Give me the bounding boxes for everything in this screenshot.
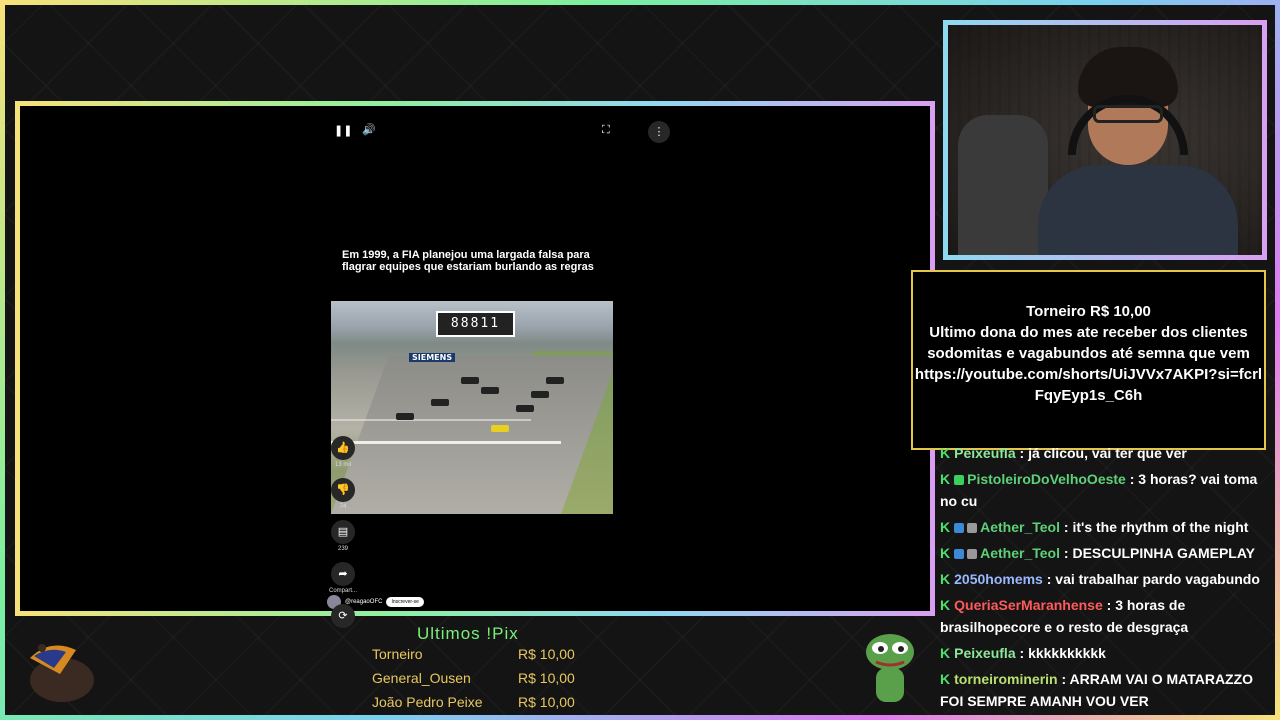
chat-separator: : — [1015, 445, 1029, 461]
like-button[interactable]: 👍 13 mil — [328, 436, 358, 468]
chat-text: DESCULPINHA GAMEPLAY — [1072, 545, 1255, 561]
volume-icon[interactable]: 🔊 — [362, 123, 376, 136]
grid-line — [331, 419, 531, 421]
chat-separator: : — [1060, 519, 1073, 535]
pix-value: R$ 10,00 — [518, 670, 575, 686]
chair — [958, 115, 1048, 255]
kick-badge-icon: K — [940, 571, 951, 587]
start-lights-board: 88811 — [436, 311, 515, 337]
chat-username[interactable]: Peixeufla — [954, 445, 1015, 461]
kick-badge-icon: K — [940, 597, 951, 613]
chat-message: K 2050homems : vai trabalhar pardo vagabu… — [940, 566, 1270, 592]
chat-text: kkkkkkkkkk — [1028, 645, 1106, 661]
streamer-body — [1038, 165, 1238, 255]
pix-name: General_Ousen — [372, 670, 471, 686]
main-video-frame: ❚❚ 🔊 ⛶ Em 1999, a FIA planejou uma larga… — [15, 101, 935, 628]
dislike-button[interactable]: 👎 74 — [328, 478, 358, 510]
tournament-box: Torneiro R$ 10,00 Ultimo dona do mes ate… — [911, 270, 1266, 450]
comment-count: 239 — [337, 546, 348, 552]
chat-separator: : — [1060, 545, 1073, 561]
chat-text: vai trabalhar pardo vagabundo — [1055, 571, 1260, 587]
chat-separator: : — [1042, 571, 1056, 587]
share-label: Compart... — [328, 588, 357, 594]
chat-text: it's the rhythm of the night — [1072, 519, 1249, 535]
user-badge-icon — [954, 475, 965, 486]
pix-name: João Pedro Peixe — [372, 694, 483, 710]
comment-icon: ▤ — [331, 520, 355, 544]
race-car — [461, 377, 479, 384]
user-badge-icon — [954, 523, 965, 534]
like-count: 13 mil — [334, 462, 351, 468]
chat-message: K PistoleiroDoVelhoOeste : 3 horas? vai t… — [940, 466, 1270, 514]
chat-username[interactable]: torneirominerin — [954, 671, 1057, 687]
kick-badge-icon: K — [940, 671, 951, 687]
chat-username[interactable]: 2050homems — [954, 571, 1043, 587]
race-car — [531, 391, 549, 398]
race-car — [491, 425, 509, 432]
chat-separator: : — [1015, 645, 1029, 661]
race-start-image: 88811 SIEMENS — [331, 301, 613, 514]
chat-message: K Peixeufla : já clicou, vai ter que ver — [940, 440, 1270, 466]
chat-username[interactable]: Peixeufla — [954, 645, 1015, 661]
race-car — [431, 399, 449, 406]
kick-badge-icon: K — [940, 645, 951, 661]
chat-text: já clicou, vai ter que ver — [1028, 445, 1187, 461]
webcam-feed — [943, 20, 1267, 260]
user-badge-icon — [967, 549, 978, 560]
chat-message: K Peixeufla : kkkkkkkkkk — [940, 640, 1270, 666]
chat-message: K Aether_Teol : it's the rhythm of the ni… — [940, 514, 1270, 540]
chat-username[interactable]: PistoleiroDoVelhoOeste — [967, 471, 1126, 487]
pix-value: R$ 10,00 — [518, 646, 575, 662]
share-button[interactable]: ➦ Compart... — [328, 562, 358, 594]
thumbs-down-icon: 👎 — [331, 478, 355, 502]
comment-button[interactable]: ▤ 239 — [328, 520, 358, 552]
chat-message: K QueriaSerMaranhense : 3 horas de brasil… — [940, 592, 1270, 640]
pepe-frog-icon — [866, 634, 914, 702]
dislike-count: 74 — [339, 504, 347, 510]
share-icon: ➦ — [331, 562, 355, 586]
chat-message: Ktorneirominerin : ARRAM VAI O MATARAZZO… — [940, 666, 1270, 714]
kick-badge-icon: K — [940, 445, 951, 461]
pix-name: Torneiro — [372, 646, 423, 662]
chat-message: K Aether_Teol : DESCULPINHA GAMEPLAY — [940, 540, 1270, 566]
mascot-left-icon — [30, 644, 94, 702]
race-car — [516, 405, 534, 412]
kick-badge-icon: K — [940, 519, 951, 535]
fullscreen-icon[interactable]: ⛶ — [602, 123, 610, 137]
chat-separator: : — [1102, 597, 1116, 613]
remix-icon: ⟳ — [331, 604, 355, 628]
tournament-title: Torneiro R$ 10,00 — [1026, 303, 1151, 320]
more-vertical-icon[interactable]: ⋮ — [648, 121, 670, 143]
remix-button[interactable]: ⟳ — [328, 604, 358, 628]
youtube-short-player[interactable]: ❚❚ 🔊 ⛶ Em 1999, a FIA planejou uma larga… — [320, 111, 626, 609]
tournament-link[interactable]: https://youtube.com/shorts/UiJVVx7AKPI?s… — [913, 364, 1264, 406]
chat-username[interactable]: QueriaSerMaranhense — [954, 597, 1103, 613]
glasses — [1093, 105, 1163, 123]
short-caption: Em 1999, a FIA planejou uma largada fals… — [342, 249, 594, 273]
subscribe-button[interactable]: Inscrever-se — [386, 597, 424, 607]
thumbs-up-icon: 👍 — [331, 436, 355, 460]
short-actions: 👍 13 mil 👎 74 ▤ 239 ➦ Compart... ⟳ — [328, 436, 358, 638]
race-car — [546, 377, 564, 384]
chat-panel: K Peixeufla : já clicou, vai ter que ver K… — [940, 440, 1270, 714]
pix-value: R$ 10,00 — [518, 694, 575, 710]
tournament-text: Ultimo dona do mes ate receber dos clien… — [927, 324, 1250, 362]
chat-username[interactable]: Aether_Teol — [980, 519, 1060, 535]
kick-badge-icon: K — [940, 471, 951, 487]
user-badge-icon — [954, 549, 965, 560]
race-car — [481, 387, 499, 394]
chat-username[interactable]: Aether_Teol — [980, 545, 1060, 561]
chat-separator: : — [1057, 671, 1070, 687]
race-car — [396, 413, 414, 420]
chat-separator: : — [1125, 471, 1139, 487]
kick-badge-icon: K — [940, 545, 951, 561]
user-badge-icon — [967, 523, 978, 534]
sponsor-banner: SIEMENS — [409, 353, 456, 362]
pix-title: Ultimos !Pix — [417, 624, 519, 643]
pause-icon[interactable]: ❚❚ — [334, 124, 352, 137]
start-line — [331, 441, 561, 444]
